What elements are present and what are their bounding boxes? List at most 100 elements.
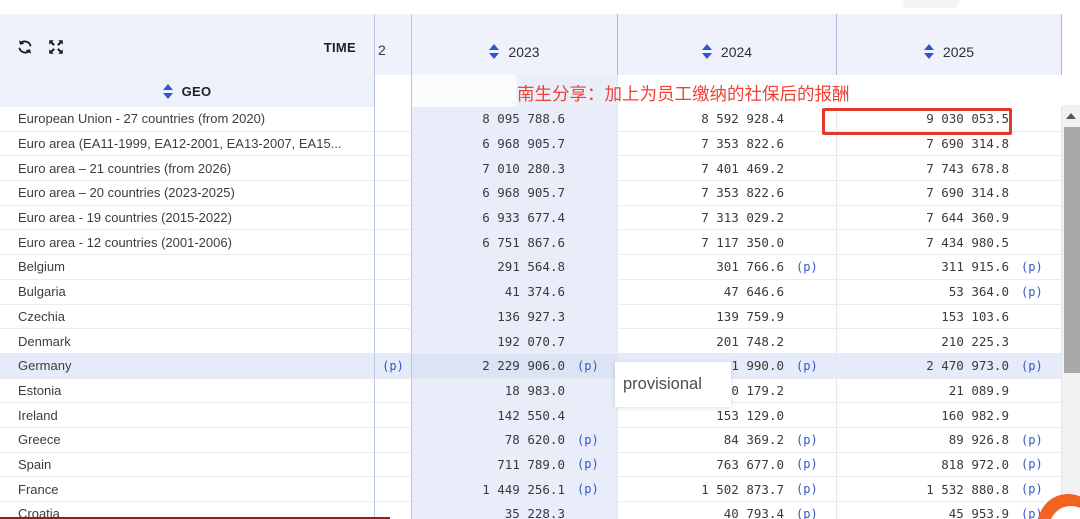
table-row[interactable]: France 1 449 256.1 (p) 1 502 873.7 (p) 1 5…: [0, 477, 1062, 502]
value-2023: 6 751 867.6: [412, 230, 618, 256]
year-label: 2025: [942, 43, 975, 60]
provisional-flag: (p): [796, 358, 818, 373]
value-2023: 41 374.6: [412, 279, 618, 305]
value-2024: 84 369.2 (p): [618, 427, 837, 453]
value-2023: 711 789.0 (p): [412, 452, 618, 478]
flag-2022: [375, 181, 412, 206]
provisional-flag: (p): [577, 358, 599, 373]
flag-2022: [375, 107, 412, 132]
header-year-2023[interactable]: 2023: [412, 14, 618, 75]
provisional-tooltip: provisional: [615, 362, 731, 407]
table-row[interactable]: Euro area – 20 countries (2023-2025) 6 9…: [0, 181, 1062, 206]
value-2025: 1 532 880.8 (p): [837, 477, 1062, 502]
table-row[interactable]: Czechia 136 927.3 139 759.9 153 103.6: [0, 304, 1062, 330]
geo-label: Euro area - 19 countries (2015-2022): [0, 205, 375, 231]
geo-label: France: [0, 477, 375, 502]
value-2024: 139 759.9: [618, 304, 837, 330]
geo-label: Bulgaria: [0, 279, 375, 305]
flag-2022: [375, 477, 412, 502]
geo-row-spacer: [375, 75, 412, 107]
scrollbar-thumb[interactable]: [1064, 127, 1080, 373]
table-row[interactable]: Germany (p) 2 229 906.0 (p) 1 990.0 (p) 2 …: [0, 353, 1062, 379]
flag-2022: [375, 131, 412, 157]
provisional-flag: (p): [1021, 259, 1043, 274]
value-2025: 21 089.9: [837, 378, 1062, 404]
table-row[interactable]: Euro area (EA11-1999, EA12-2001, EA13-20…: [0, 131, 1062, 157]
value-2023: 6 968 905.7: [412, 131, 618, 157]
provisional-flag: (p): [796, 506, 818, 519]
geo-label: Ireland: [0, 403, 375, 428]
value-2023: 8 095 788.6: [412, 107, 618, 132]
value-2025: 160 982.9: [837, 403, 1062, 428]
sort-icon[interactable]: [162, 83, 173, 99]
table-row[interactable]: Euro area - 12 countries (2001-2006) 6 7…: [0, 230, 1062, 256]
scroll-up-icon: [1066, 113, 1076, 119]
provisional-flag: (p): [577, 432, 599, 447]
value-2025: 210 225.3: [837, 329, 1062, 354]
flag-2022: (p): [375, 353, 412, 379]
provisional-flag: (p): [1021, 457, 1043, 472]
sort-icon[interactable]: [489, 44, 500, 59]
value-2025: 7 644 360.9: [837, 205, 1062, 231]
header-year-2025[interactable]: 2025: [837, 14, 1062, 75]
table-row[interactable]: Greece 78 620.0 (p) 84 369.2 (p) 89 926.8(…: [0, 427, 1062, 453]
value-2023: 6 968 905.7: [412, 181, 618, 206]
flag-2022: [375, 230, 412, 256]
value-2023: 78 620.0 (p): [412, 427, 618, 453]
table-row[interactable]: Euro area – 21 countries (from 2026) 7 0…: [0, 156, 1062, 182]
browser-artifact-pill: [903, 0, 959, 8]
value-2023: 35 228.3: [412, 502, 618, 519]
flag-2022: [375, 279, 412, 305]
geo-label: Spain: [0, 452, 375, 478]
header-year-2024[interactable]: 2024: [618, 14, 837, 75]
time-dimension-label: TIME: [323, 40, 356, 55]
provisional-flag: (p): [796, 432, 818, 447]
table-row[interactable]: Estonia 18 983.0 0 179.2 21 089.9: [0, 378, 1062, 404]
table-row[interactable]: Spain 711 789.0 (p) 763 677.0 (p) 818 972.…: [0, 452, 1062, 478]
geo-label: Greece: [0, 427, 375, 453]
value-2024: 1 502 873.7 (p): [618, 477, 837, 502]
sort-icon[interactable]: [923, 44, 934, 59]
value-2025: 311 915.6 (p): [837, 255, 1062, 280]
value-2023: 18 983.0: [412, 378, 618, 404]
table-body: European Union - 27 countries (from 2020…: [0, 107, 1062, 519]
value-2024: 7 401 469.2: [618, 156, 837, 182]
geo-sort-header[interactable]: GEO: [0, 75, 375, 107]
value-2025: 89 926.8 (p): [837, 427, 1062, 453]
geo-label: Belgium: [0, 255, 375, 280]
geo-label: Euro area – 20 countries (2023-2025): [0, 181, 375, 206]
swap-axes-icon[interactable]: [16, 38, 34, 56]
geo-label: Denmark: [0, 329, 375, 354]
value-2023: 1 449 256.1 (p): [412, 477, 618, 502]
value-2024: 7 313 029.2: [618, 205, 837, 231]
header-year-2022-clipped[interactable]: 2: [375, 14, 412, 75]
year-label: 2023: [508, 43, 540, 60]
table-row[interactable]: Belgium 291 564.8 301 766.6 (p) 311 915.6…: [0, 255, 1062, 280]
vertical-scrollbar[interactable]: [1062, 105, 1080, 519]
value-2024: 47 646.6: [618, 279, 837, 305]
table-row[interactable]: Denmark 192 070.7 201 748.2 210 225.3: [0, 329, 1062, 354]
provisional-flag: (p): [1021, 432, 1043, 447]
flag-2022: [375, 329, 412, 354]
flag-2022: [375, 304, 412, 330]
geo-label: European Union - 27 countries (from 2020…: [0, 107, 375, 132]
value-2025: 7 690 314.8: [837, 181, 1062, 206]
flag-2022: [375, 205, 412, 231]
value-2025: 818 972.0 (p): [837, 452, 1062, 478]
value-2023: 136 927.3: [412, 304, 618, 330]
provisional-flag: (p): [1021, 284, 1043, 299]
table-row[interactable]: Euro area - 19 countries (2015-2022) 6 9…: [0, 205, 1062, 231]
value-2024: 7 353 822.6: [618, 131, 837, 157]
flag-2022: [375, 156, 412, 182]
partial-year-label: 2: [378, 42, 386, 58]
geo-label: Estonia: [0, 378, 375, 404]
table-row[interactable]: Ireland 142 550.4 153 129.0 160 982.9: [0, 403, 1062, 428]
scroll-up-button[interactable]: [1062, 105, 1080, 127]
value-2024: 301 766.6 (p): [618, 255, 837, 280]
table-row[interactable]: Bulgaria 41 374.6 47 646.6 53 364.0 (p): [0, 279, 1062, 305]
fullscreen-icon[interactable]: [47, 38, 65, 56]
annotation-text: 南生分享：加上为员工缴纳的社保后的报酬: [517, 84, 850, 104]
geo-dimension-label: GEO: [181, 83, 212, 99]
sort-icon[interactable]: [701, 44, 712, 59]
value-2025: 7 434 980.5: [837, 230, 1062, 256]
